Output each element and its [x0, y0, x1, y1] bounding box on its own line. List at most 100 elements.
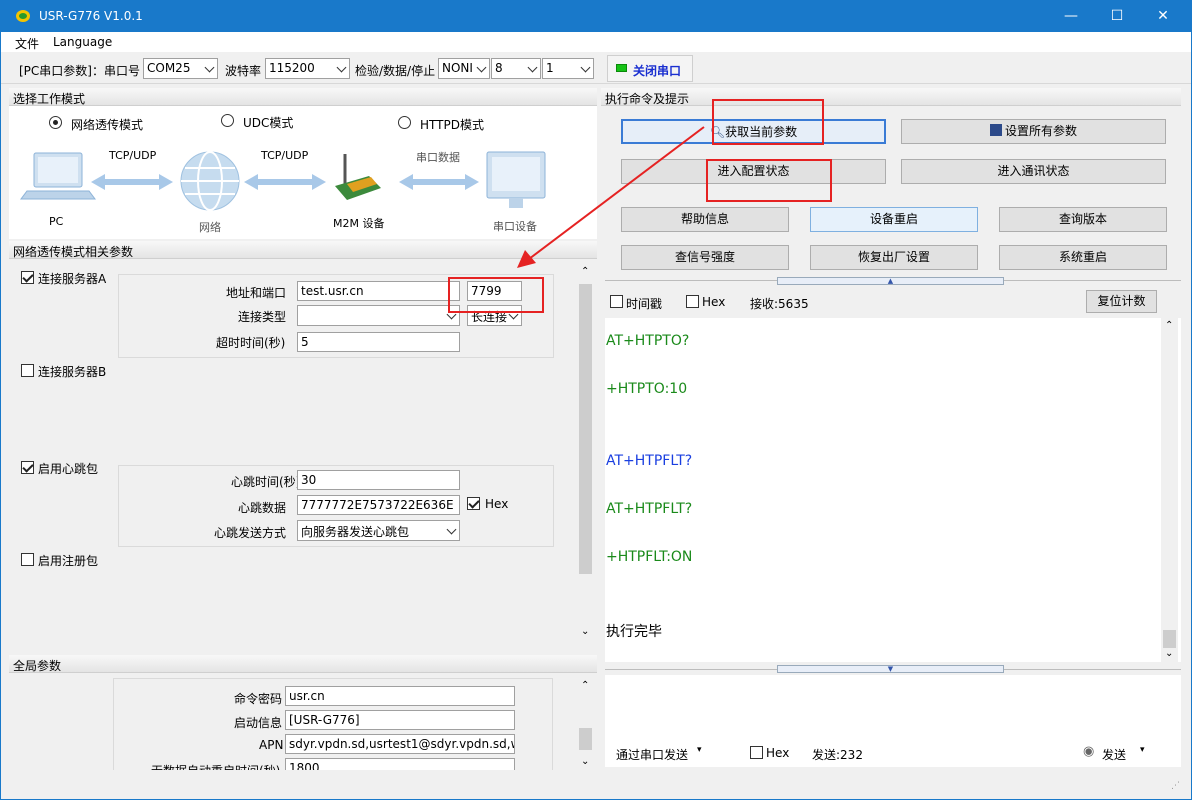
receive-log[interactable]: AT+HTPTO? +HTPTO:10 AT+HTPFLT? AT+HTPFLT…: [605, 318, 1181, 662]
minimize-button[interactable]: —: [1048, 1, 1094, 32]
mode-section-header: 选择工作模式: [9, 88, 597, 106]
help-button[interactable]: 帮助信息: [621, 207, 789, 232]
m2m-device-icon: [335, 154, 381, 200]
hb-mode-value: 向服务器发送心跳包: [301, 525, 410, 539]
serial-port-label: [PC串口参数]：串口号: [19, 64, 140, 78]
net-params-scrollbar[interactable]: ⌃ ⌄: [577, 264, 594, 640]
cmd-pwd-input[interactable]: usr.cn: [285, 686, 515, 706]
databits-value: 8: [495, 61, 503, 75]
server-b-checkbox[interactable]: [21, 364, 34, 377]
scroll-down-icon[interactable]: ⌄: [581, 756, 589, 767]
title-bar: USR-G776 V1.0.1 — ☐ ✕: [1, 1, 1191, 32]
stopbits-select[interactable]: 1: [542, 58, 594, 79]
scroll-up-icon[interactable]: ⌃: [1165, 320, 1173, 331]
server-a-label: 连接服务器A: [38, 272, 107, 286]
close-button[interactable]: ✕: [1140, 1, 1186, 32]
reset-count-button[interactable]: 复位计数: [1086, 290, 1157, 313]
diagram-serial-data-label: 串口数据: [416, 151, 460, 164]
port-select[interactable]: COM25: [143, 58, 218, 79]
device-reboot-button[interactable]: 设备重启: [810, 207, 978, 232]
factory-reset-button[interactable]: 恢复出厂设置: [810, 245, 978, 270]
recv-hex-checkbox[interactable]: [686, 295, 699, 308]
send-icon: ◉: [1083, 744, 1095, 759]
globe-icon: [180, 151, 240, 211]
diagram-proto2-label: TCP/UDP: [261, 149, 309, 162]
scroll-thumb[interactable]: [1163, 630, 1176, 648]
send-via-serial[interactable]: 通过串口发送: [616, 746, 688, 763]
scroll-down-icon[interactable]: ⌄: [1165, 648, 1173, 659]
app-icon: [16, 10, 30, 22]
menu-language[interactable]: Language: [53, 35, 112, 49]
system-reboot-button[interactable]: 系统重启: [999, 245, 1167, 270]
dropdown-arrow-icon[interactable]: ▾: [697, 745, 702, 755]
heartbeat-label: 启用心跳包: [38, 462, 99, 476]
scroll-down-icon[interactable]: ⌄: [581, 626, 589, 637]
laptop-icon: [20, 152, 96, 200]
log-line: AT+HTPTO?: [606, 333, 690, 349]
hb-data-input[interactable]: 7777772E7573722E636E: [297, 495, 460, 515]
diagram-proto1-label: TCP/UDP: [109, 149, 157, 162]
heartbeat-checkbox[interactable]: [21, 461, 34, 474]
databits-select[interactable]: 8: [491, 58, 541, 79]
scroll-up-icon[interactable]: ⌃: [581, 266, 589, 277]
resize-grip-icon[interactable]: ⋰: [1171, 781, 1180, 791]
recv-hex-label: Hex: [702, 295, 726, 309]
menu-file[interactable]: 文件: [15, 35, 39, 52]
register-checkbox[interactable]: [21, 553, 34, 566]
timeout-input[interactable]: 5: [297, 332, 460, 352]
log-scrollbar[interactable]: ⌃ ⌄: [1161, 318, 1178, 662]
stopbits-value: 1: [546, 61, 554, 75]
conn-type-select[interactable]: [297, 305, 460, 326]
hb-time-input[interactable]: 30: [297, 470, 460, 490]
addr-input[interactable]: test.usr.cn: [297, 281, 460, 301]
window-title: USR-G776 V1.0.1: [39, 9, 143, 23]
hb-mode-select[interactable]: 向服务器发送心跳包: [297, 520, 460, 541]
parity-label: 检验/数据/停止: [355, 64, 436, 78]
baud-select[interactable]: 115200: [265, 58, 350, 79]
maximize-button[interactable]: ☐: [1094, 1, 1140, 32]
query-version-button[interactable]: 查询版本: [999, 207, 1167, 232]
status-led-icon: [616, 64, 627, 72]
server-a-checkbox[interactable]: [21, 271, 34, 284]
global-scrollbar[interactable]: ⌃ ⌄: [577, 678, 594, 768]
port-value: COM25: [147, 61, 191, 75]
scroll-thumb[interactable]: [579, 284, 592, 574]
net-params-header: 网络透传模式相关参数: [9, 241, 597, 259]
log-line: AT+HTPFLT?: [606, 453, 693, 469]
chevron-down-icon: [446, 524, 457, 535]
splitter-handle[interactable]: ▲: [777, 277, 1004, 285]
apn-input[interactable]: sdyr.vpdn.sd,usrtest1@sdyr.vpdn.sd,www: [285, 734, 515, 754]
apn-label: APN: [259, 738, 284, 752]
log-line: AT+HTPFLT?: [606, 501, 693, 517]
set-params-button[interactable]: 设置所有参数: [901, 119, 1166, 144]
commands-header: 执行命令及提示: [601, 88, 1181, 106]
chevron-down-icon: [336, 62, 347, 73]
register-label: 启用注册包: [38, 554, 99, 568]
scroll-thumb[interactable]: [579, 728, 592, 750]
splitter-handle[interactable]: ▼: [777, 665, 1004, 673]
send-input[interactable]: 通过串口发送 ▾ Hex 发送:232 ◉ 发送 ▾: [605, 675, 1181, 767]
highlight-box: [712, 99, 824, 145]
parity-value: NONI: [442, 61, 473, 75]
cmd-pwd-label: 命令密码: [234, 692, 283, 706]
addr-label: 地址和端口: [226, 286, 287, 300]
boot-info-input[interactable]: [USR-G776]: [285, 710, 515, 730]
restart-input[interactable]: 1800: [285, 758, 515, 770]
hb-hex-checkbox[interactable]: [467, 497, 480, 510]
signal-strength-button[interactable]: 查信号强度: [621, 245, 789, 270]
parity-select[interactable]: NONI: [438, 58, 490, 79]
highlight-box: [706, 159, 832, 202]
diagram-network-label: 网络: [199, 221, 221, 234]
send-button[interactable]: 发送: [1102, 746, 1126, 763]
scroll-up-icon[interactable]: ⌃: [581, 680, 589, 691]
net-params-panel: 连接服务器A 地址和端口 test.usr.cn 7799 连接类型 长连接 超…: [9, 260, 597, 645]
close-port-label: 关闭串口: [633, 64, 682, 78]
dropdown-arrow-icon[interactable]: ▾: [1140, 745, 1145, 755]
global-params-panel: 命令密码 usr.cn 启动信息 [USR-G776] APN sdyr.vpd…: [9, 674, 597, 770]
timestamp-label: 时间戳: [626, 297, 663, 311]
close-port-button[interactable]: 关闭串口: [607, 55, 693, 82]
send-hex-checkbox[interactable]: [750, 746, 763, 759]
timestamp-checkbox[interactable]: [610, 295, 623, 308]
double-arrow-icon: [91, 174, 173, 190]
enter-comm-button[interactable]: 进入通讯状态: [901, 159, 1166, 184]
